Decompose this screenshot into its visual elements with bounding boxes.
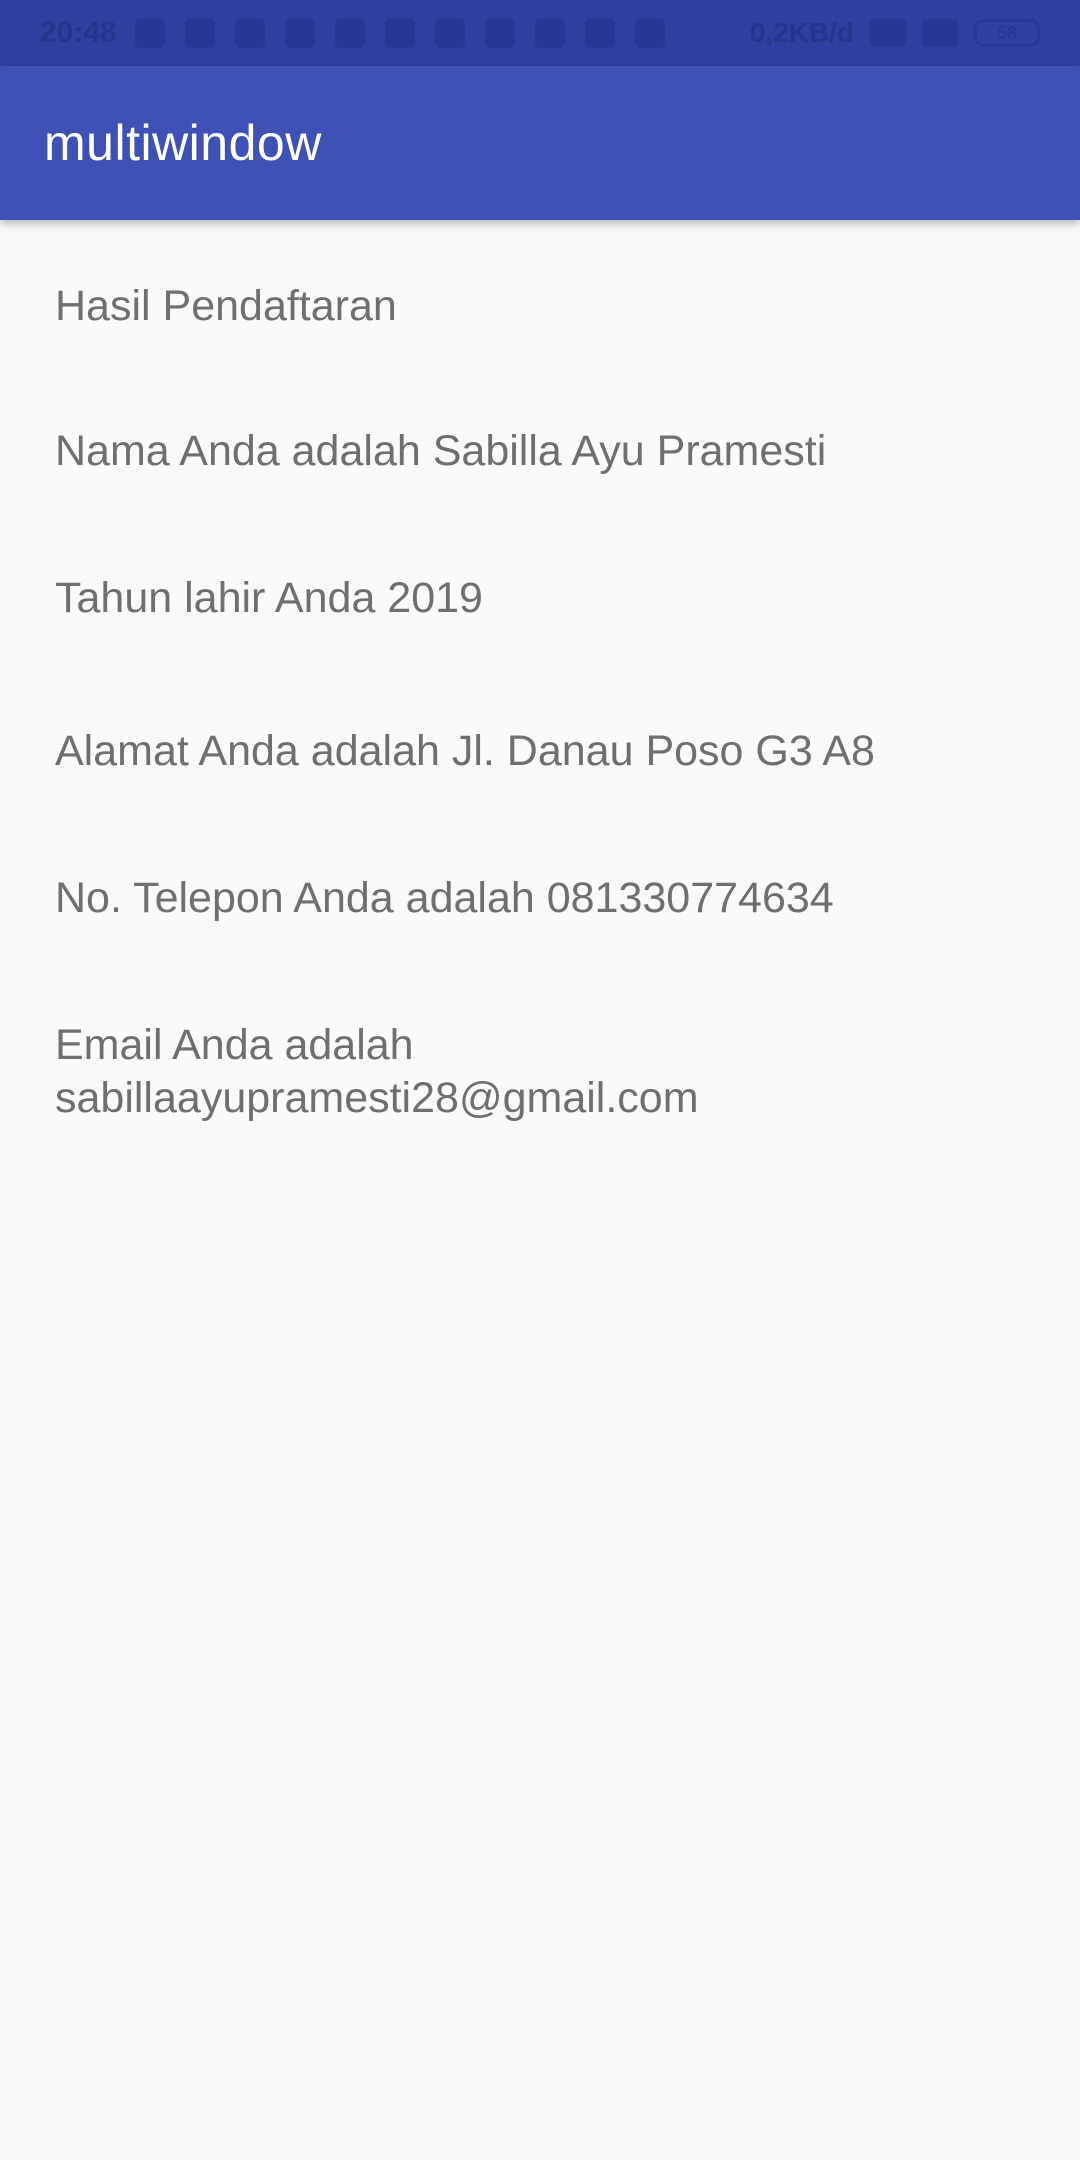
result-name: Nama Anda adalah Sabilla Ayu Pramesti [55, 427, 827, 475]
battery-level: 58 [996, 23, 1018, 43]
result-email-label: Email Anda adalah [55, 1021, 414, 1069]
app-icon [484, 18, 515, 48]
dot-icon [584, 18, 615, 48]
play-store-icon [634, 18, 665, 48]
warning-icon [334, 18, 365, 48]
status-time: 20:48 [40, 16, 117, 49]
app-bar: multiwindow [0, 66, 1080, 220]
messenger-icon [184, 18, 215, 48]
battery-icon: 58 [974, 19, 1040, 47]
news-icon [384, 18, 415, 48]
status-bar: 20:48 0,2KB/d 58 [0, 0, 1080, 66]
result-birth-year: Tahun lahir Anda 2019 [55, 574, 483, 622]
notification-icons [134, 18, 665, 48]
whatsapp-icon [134, 18, 165, 48]
result-address: Alamat Anda adalah Jl. Danau Poso G3 A8 [55, 727, 875, 775]
wifi-icon [922, 19, 958, 47]
result-heading: Hasil Pendaftaran [55, 282, 397, 330]
status-right: 0,2KB/d 58 [750, 17, 1040, 49]
signal-icon [870, 19, 906, 47]
app-title: multiwindow [44, 115, 322, 171]
gallery-icon [234, 18, 265, 48]
calendar-icon [434, 18, 465, 48]
twitter-icon [534, 18, 565, 48]
instagram-icon [284, 18, 315, 48]
result-email-value: sabillaayupramesti28@gmail.com [55, 1074, 699, 1122]
result-phone: No. Telepon Anda adalah 081330774634 [55, 874, 834, 922]
network-speed: 0,2KB/d [749, 17, 854, 48]
